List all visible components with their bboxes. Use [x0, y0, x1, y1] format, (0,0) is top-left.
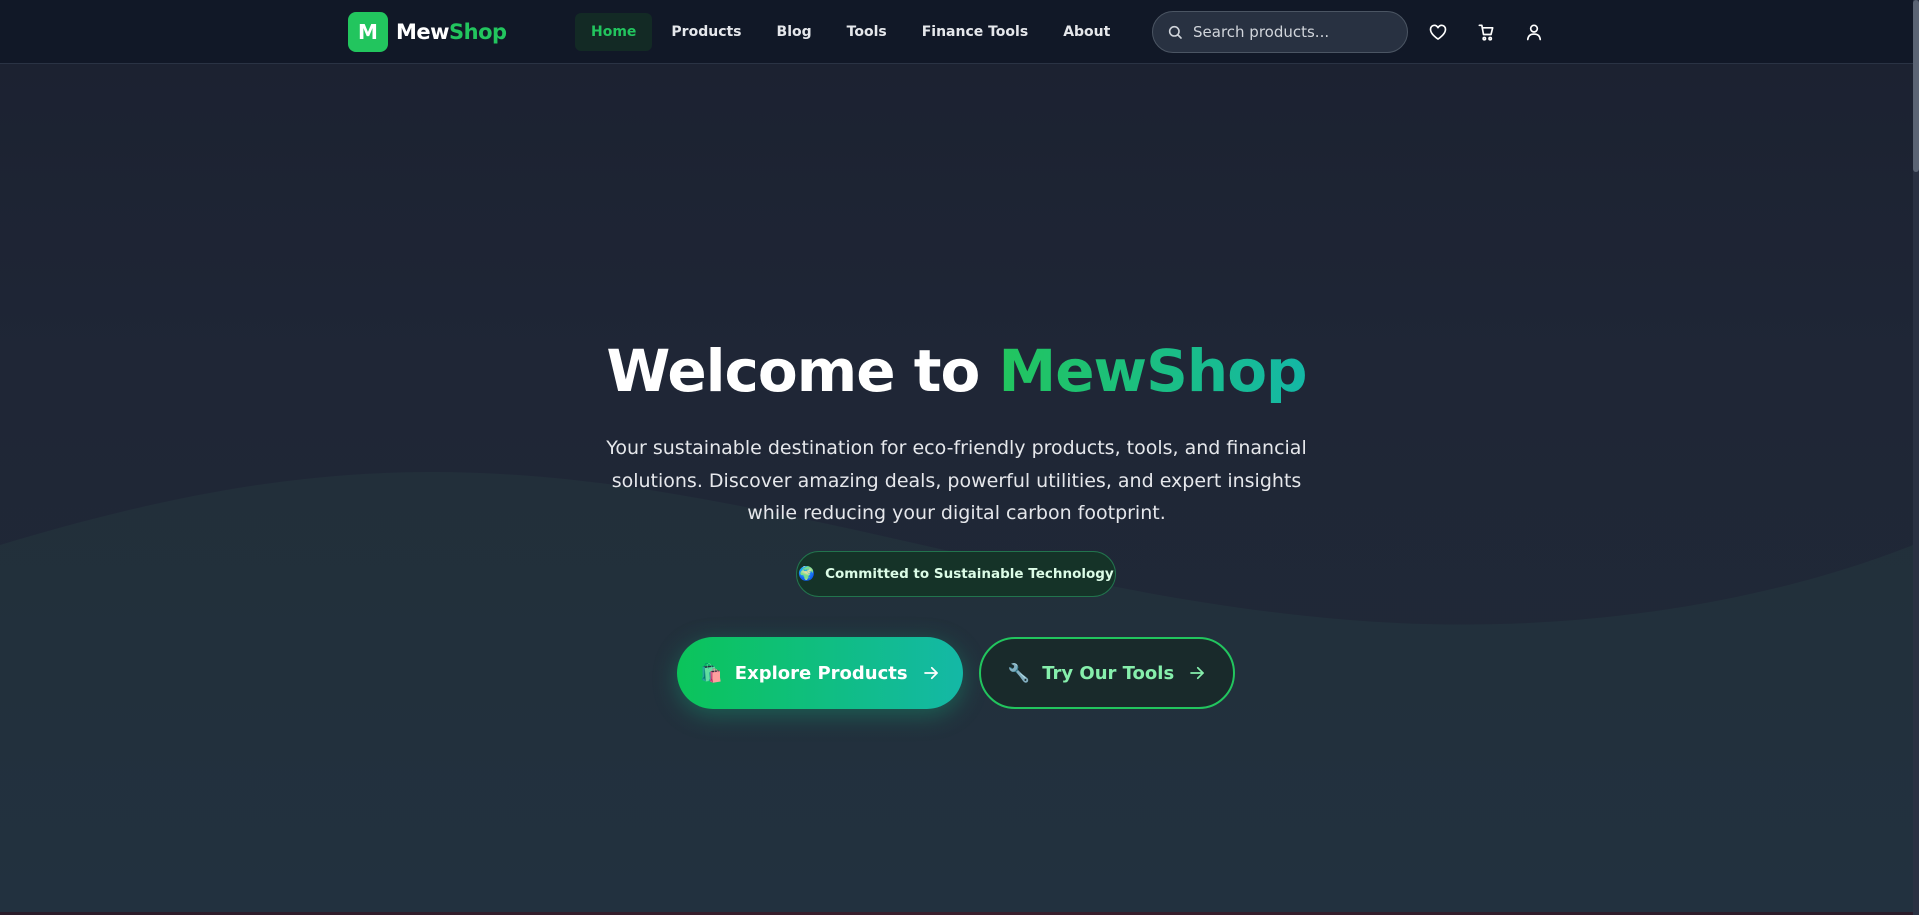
nav-link-products[interactable]: Products	[655, 13, 757, 51]
vertical-scrollbar[interactable]	[1913, 0, 1919, 915]
top-navbar: M MewShop Home Products Blog Tools Finan…	[0, 0, 1913, 64]
wrench-icon: 🔧	[1007, 662, 1031, 684]
hero-title: Welcome to MewShop	[0, 336, 1913, 406]
logo-text: MewShop	[396, 20, 507, 44]
arrow-right-icon	[922, 664, 940, 682]
hero-title-brand: MewShop	[998, 337, 1308, 405]
logo-text-shop: Shop	[449, 20, 507, 44]
scrollbar-thumb[interactable]	[1913, 0, 1919, 172]
globe-icon: 🌍	[798, 566, 816, 582]
logo[interactable]: M MewShop	[348, 12, 507, 52]
search-input[interactable]	[1193, 23, 1393, 41]
search-icon	[1167, 24, 1183, 40]
badge-label: Committed to Sustainable Technology	[825, 566, 1114, 582]
try-our-tools-button[interactable]: 🔧 Try Our Tools	[979, 637, 1235, 709]
search-box[interactable]	[1152, 11, 1408, 53]
hero-subtitle: Your sustainable destination for eco-fri…	[606, 437, 1307, 524]
logo-mark: M	[348, 12, 388, 52]
explore-products-button[interactable]: 🛍️ Explore Products	[677, 637, 963, 709]
try-our-tools-label: Try Our Tools	[1042, 662, 1175, 684]
nav-link-blog[interactable]: Blog	[761, 13, 828, 51]
nav-link-tools[interactable]: Tools	[831, 13, 903, 51]
nav-link-finance-tools[interactable]: Finance Tools	[906, 13, 1044, 51]
hero-title-prefix: Welcome to	[606, 337, 999, 405]
arrow-right-icon	[1188, 664, 1206, 682]
explore-products-label: Explore Products	[734, 662, 908, 684]
sustainability-badge: 🌍 Committed to Sustainable Technology	[796, 551, 1116, 597]
page: M MewShop Home Products Blog Tools Finan…	[0, 0, 1919, 915]
logo-text-mew: Mew	[396, 20, 450, 44]
shopping-bags-icon: 🛍️	[700, 662, 723, 684]
heart-icon[interactable]	[1426, 20, 1450, 44]
nav-link-home[interactable]: Home	[575, 13, 653, 51]
nav-links: Home Products Blog Tools Finance Tools A…	[575, 13, 1129, 51]
nav-link-about[interactable]: About	[1047, 13, 1126, 51]
cart-icon[interactable]	[1474, 20, 1498, 44]
user-icon[interactable]	[1522, 20, 1546, 44]
